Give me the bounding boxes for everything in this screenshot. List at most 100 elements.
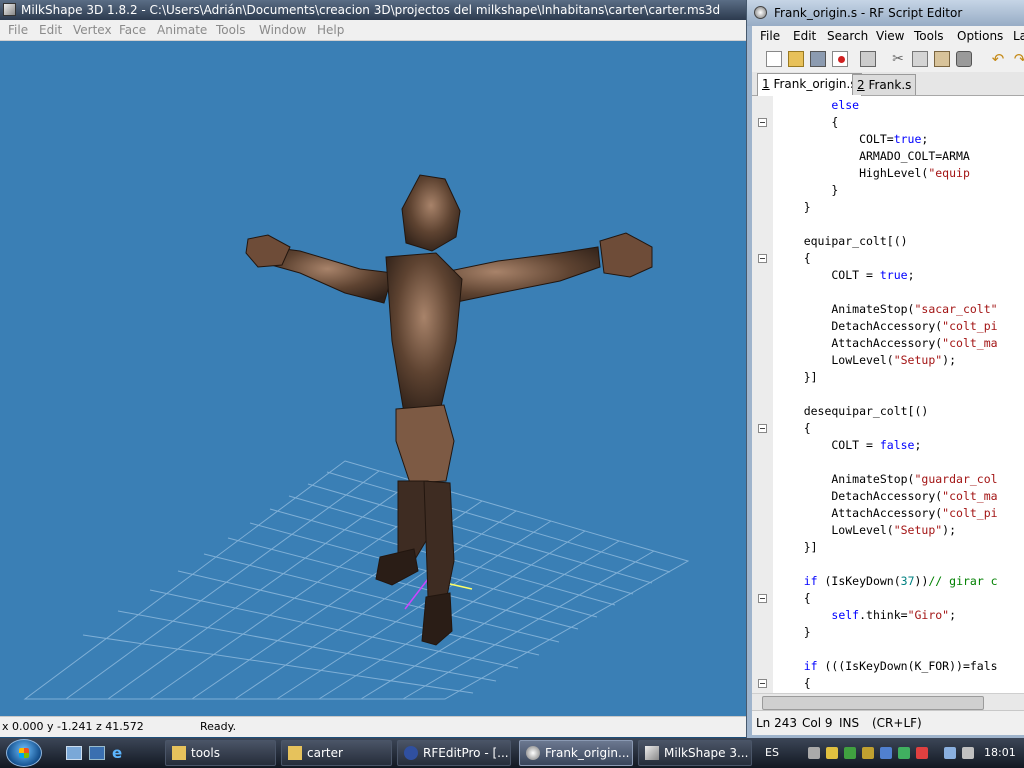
floor-grid [23,460,690,700]
taskbar-task-tools[interactable]: tools [165,740,276,766]
milkshape-app-icon [3,3,16,16]
tab-label: Frank_origin.s [773,77,857,91]
code-line: } [776,200,811,214]
rf-menu-view[interactable]: View [876,26,904,46]
menu-window[interactable]: Window [259,20,306,40]
taskbar-task-frank-origin[interactable]: Frank_origin... [519,740,633,766]
tray-app-icon[interactable] [916,747,928,759]
code-line: if (IsKeyDown(37))// girar c [803,574,998,588]
close-file-icon[interactable] [832,51,848,67]
redo-icon[interactable]: ↷ [1012,51,1024,67]
milkshape-status-bar: x 0.000 y -1.241 z 41.572 Ready. [0,716,750,737]
tab-number: 2 [857,78,865,92]
code-line: LowLevel("Setup"); [776,523,957,537]
rf-menu-search[interactable]: Search [827,26,868,46]
task-label: MilkShape 3... [664,746,749,760]
code-line: { [776,676,811,690]
line-ending: (CR+LF) [872,716,922,730]
taskbar-task-carter[interactable]: carter [281,740,392,766]
rf-menu-language[interactable]: La [1013,26,1024,46]
tray-app-icon[interactable] [880,747,892,759]
new-file-icon[interactable] [766,51,782,67]
show-desktop-icon[interactable] [66,746,82,760]
code-editor[interactable]: else { COLT=true; ARMADO_COLT=ARMA HighL… [752,96,1024,693]
internet-explorer-icon[interactable]: e [112,746,128,761]
language-indicator[interactable]: ES [765,738,779,768]
open-folder-icon[interactable] [788,51,804,67]
milkshape-window-title: MilkShape 3D 1.8.2 - C:\Users\Adrián\Doc… [21,3,721,17]
tray-network-icon[interactable] [808,747,820,759]
taskbar: e tools carter RFEditPro - [... Frank_or… [0,738,1024,768]
menu-animate[interactable]: Animate [157,20,207,40]
tray-volume-icon[interactable] [962,747,974,759]
taskbar-task-milkshape[interactable]: MilkShape 3... [638,740,752,766]
tray-display-icon[interactable] [944,747,956,759]
line-indicator: Ln 243 [756,716,798,730]
tray-app-icon[interactable] [862,747,874,759]
code-line: { [776,591,811,605]
fold-gutter [752,96,773,693]
rf-menu-options[interactable]: Options [957,26,1003,46]
code-line: AnimateStop("guardar_col [776,472,998,486]
code-line: DetachAccessory("colt_ma [776,489,998,503]
paste-icon[interactable] [934,51,950,67]
taskbar-task-rfeditpro[interactable]: RFEditPro - [... [397,740,511,766]
code-line: desequipar_colt[() [776,404,929,418]
clock[interactable]: 18:01 [984,738,1016,768]
switch-windows-icon[interactable] [89,746,105,760]
tray-app-icon[interactable] [898,747,910,759]
copy-icon[interactable] [912,51,928,67]
milkshape-icon [645,746,659,760]
fold-toggle-icon[interactable] [758,118,767,127]
code-line: equipar_colt[() [776,234,908,248]
horizontal-scrollbar[interactable] [752,693,1024,711]
fold-toggle-icon[interactable] [758,594,767,603]
code-line: } [776,625,811,639]
menu-face[interactable]: Face [119,20,146,40]
rf-editor-status-bar: Ln 243 Col 9 INS (CR+LF) [752,710,1024,735]
fold-toggle-icon[interactable] [758,254,767,263]
scrollbar-thumb[interactable] [762,696,984,710]
rf-menu-file[interactable]: File [760,26,780,46]
menu-help[interactable]: Help [317,20,344,40]
tab-label: Frank.s [868,78,912,92]
undo-icon[interactable]: ↶ [990,51,1006,67]
rf-script-editor-window: Frank_origin.s - RF Script Editor File E… [746,0,1024,738]
code-line: AnimateStop("sacar_colt" [776,302,998,316]
windows-logo-icon [19,748,29,758]
code-line: COLT = true; [776,268,915,282]
stamp-icon[interactable] [956,51,972,67]
menu-tools[interactable]: Tools [216,20,246,40]
fold-toggle-icon[interactable] [758,679,767,688]
tab-frank-origin[interactable]: 1 Frank_origin.s [757,73,862,96]
folder-icon [288,746,302,760]
code-line: { [776,251,811,265]
menu-vertex[interactable]: Vertex [73,20,112,40]
code-line: AttachAccessory("colt_pi [776,506,998,520]
code-line: self.think="Giro"; [831,608,957,622]
rf-menu-tools[interactable]: Tools [914,26,944,46]
rfeditpro-icon [404,746,418,760]
task-label: Frank_origin... [545,746,630,760]
tray-app-icon[interactable] [844,747,856,759]
print-icon[interactable] [860,51,876,67]
start-button[interactable] [6,739,42,767]
tab-number: 1 [762,77,770,91]
rf-editor-title-bar[interactable]: Frank_origin.s - RF Script Editor [747,0,1024,26]
code-line: ARMADO_COLT=ARMA [776,149,970,163]
menu-edit[interactable]: Edit [39,20,62,40]
tray-battery-icon[interactable] [826,747,838,759]
menu-file[interactable]: File [8,20,28,40]
cut-icon[interactable]: ✂ [890,51,906,67]
rf-editor-window-title: Frank_origin.s - RF Script Editor [774,6,963,20]
task-label: carter [307,746,343,760]
save-icon[interactable] [810,51,826,67]
code-line: COLT=true; [776,132,929,146]
tab-frank[interactable]: 2 Frank.s [852,74,917,95]
code-line: DetachAccessory("colt_pi [776,319,998,333]
fold-toggle-icon[interactable] [758,424,767,433]
code-line: LowLevel("Setup"); [776,353,957,367]
code-line: AttachAccessory("colt_ma [776,336,998,350]
3d-viewport[interactable] [0,41,746,716]
rf-menu-edit[interactable]: Edit [793,26,816,46]
